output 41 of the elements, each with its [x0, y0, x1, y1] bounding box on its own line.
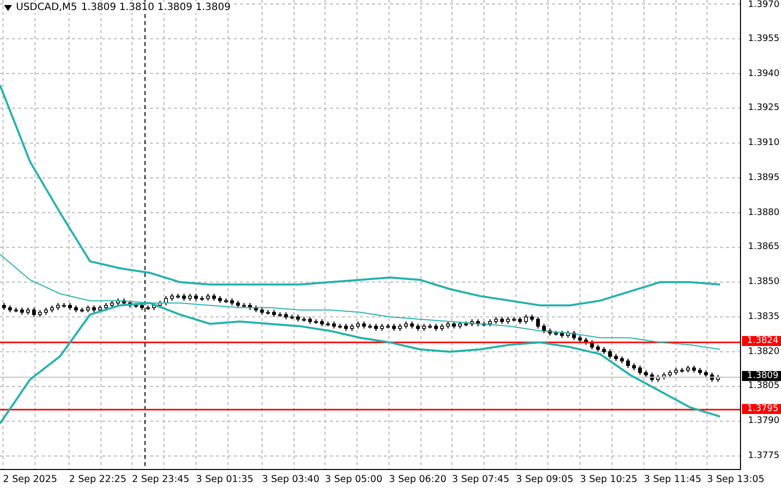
time-tick-label: 2 Sep 22:25 — [69, 474, 126, 485]
price-tick-label: 1.3865 — [748, 242, 780, 252]
price-tick-label: 1.3925 — [748, 103, 780, 114]
time-tick-label: 2 Sep 2025 — [3, 474, 58, 485]
time-tick-label: 2 Sep 23:45 — [132, 474, 190, 485]
price-tick-label: 1.3850 — [748, 277, 780, 288]
price-level-tag: 1.3795 — [742, 404, 781, 414]
time-tick-label: 3 Sep 13:05 — [707, 474, 764, 485]
candlestick — [638, 365, 642, 376]
time-tick-label: 3 Sep 06:20 — [389, 474, 446, 485]
price-tick-label: 1.3805 — [748, 381, 780, 392]
price-tick-label: 1.3895 — [748, 172, 780, 183]
price-tick-label: 1.3910 — [748, 138, 780, 148]
quote-values: 1.3809 1.3810 1.3809 1.3809 — [81, 2, 231, 13]
symbol-label: USDCAD,M5 — [16, 2, 78, 13]
time-tick-label: 3 Sep 09:05 — [516, 474, 574, 485]
candlestick — [164, 296, 168, 306]
dropdown-icon[interactable] — [4, 4, 12, 10]
time-tick-label: 3 Sep 11:45 — [644, 474, 702, 485]
time-tick-label: 3 Sep 01:35 — [196, 474, 254, 485]
time-tick-label: 3 Sep 03:40 — [262, 474, 320, 485]
price-level-tag: 1.3824 — [742, 336, 781, 346]
price-tick-label: 1.3820 — [748, 346, 780, 357]
time-tick-label: 3 Sep 10:25 — [580, 474, 638, 485]
candlestick — [608, 348, 612, 360]
candlestick — [590, 340, 594, 350]
candlestick — [626, 358, 630, 368]
candlestick — [32, 307, 36, 318]
price-tick-label: 1.3835 — [748, 312, 780, 322]
price-tick-label: 1.3880 — [748, 208, 780, 218]
price-tick-label: 1.3775 — [748, 451, 780, 461]
price-tick-label: 1.3790 — [748, 416, 780, 426]
candlestick — [524, 314, 528, 324]
price-tick-label: 1.3955 — [748, 34, 780, 44]
time-tick-label: 3 Sep 07:45 — [452, 474, 510, 485]
candlestick — [542, 323, 546, 334]
price-tick-label: 1.3940 — [748, 68, 780, 79]
candlestick — [536, 316, 540, 330]
time-tick-label: 3 Sep 05:00 — [325, 474, 382, 485]
price-tick-label: 1.3970 — [748, 0, 780, 10]
current-price-tag: 1.3809 — [742, 371, 781, 381]
